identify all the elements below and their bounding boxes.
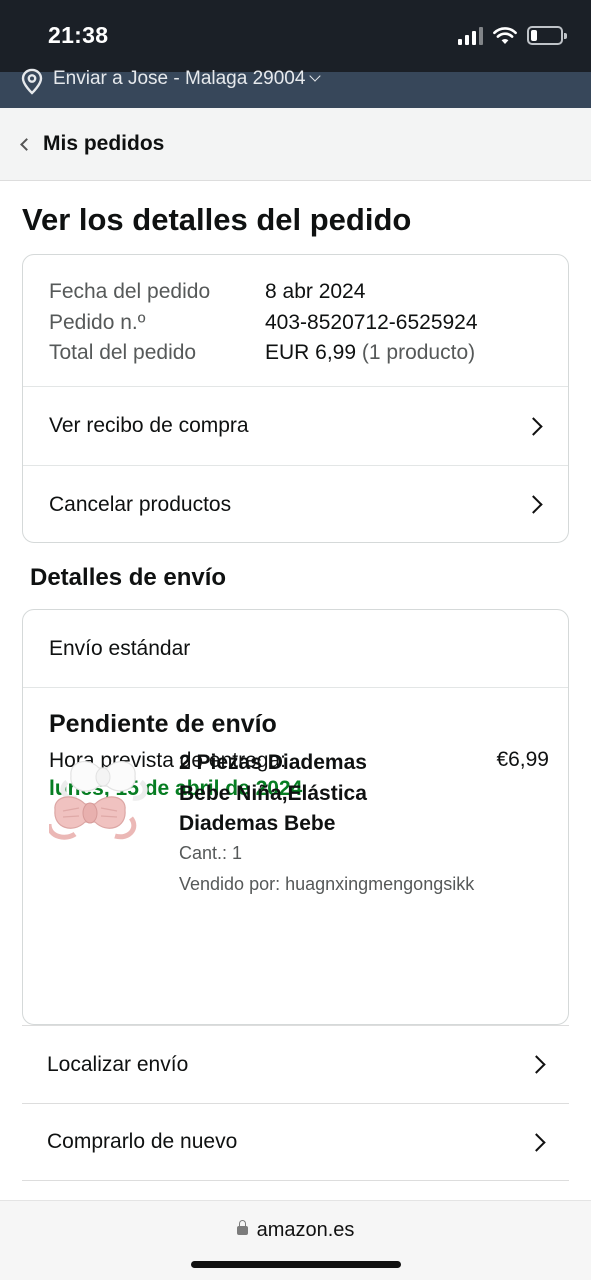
- order-date-row: Fecha del pedido 8 abr 2024: [49, 277, 542, 308]
- order-number-label: Pedido n.º: [49, 310, 146, 334]
- chevron-left-icon: [20, 137, 33, 151]
- chevron-right-icon: [524, 416, 543, 436]
- order-item-count: (1 producto): [361, 341, 476, 364]
- back-link-label: Mis pedidos: [43, 132, 165, 155]
- cancel-items-label: Cancelar productos: [49, 492, 232, 516]
- battery-icon: [527, 26, 567, 45]
- browser-bottom-bar: amazon.es: [0, 1200, 591, 1280]
- order-total-label: Total del pedido: [49, 341, 197, 364]
- status-icons: [458, 26, 567, 45]
- battery-level: [531, 30, 537, 41]
- home-indicator[interactable]: [191, 1261, 401, 1268]
- page-title: Ver los detalles del pedido: [22, 202, 412, 237]
- order-total-row: Total del pedido EUR 6,99 (1 producto): [49, 338, 542, 369]
- order-summary-card: Fecha del pedido 8 abr 2024 Pedido n.º 4…: [22, 254, 569, 543]
- order-total-value: EUR 6,99 (1 producto): [265, 341, 476, 364]
- product-seller: Vendido por: huagnxingmengongsikk: [179, 874, 475, 894]
- status-bar: 21:38: [0, 0, 591, 72]
- shipment-actions: Localizar envío Comprarlo de nuevo: [22, 1025, 569, 1181]
- chevron-right-icon: [527, 1055, 546, 1074]
- shipping-section-title: Detalles de envío: [30, 564, 227, 591]
- shipping-method: Envío estándar: [23, 610, 568, 688]
- status-time: 21:38: [48, 22, 109, 48]
- product-price: €6,99: [496, 748, 549, 771]
- buy-again-link[interactable]: Comprarlo de nuevo: [22, 1103, 569, 1181]
- track-package-link[interactable]: Localizar envío: [22, 1025, 569, 1103]
- chevron-right-icon: [527, 1132, 546, 1152]
- cancel-items-link[interactable]: Cancelar productos: [23, 465, 568, 542]
- chevron-right-icon: [524, 495, 543, 514]
- shipment-status: Pendiente de envío: [49, 710, 277, 738]
- order-item: 2 Piezas Diademas Bebe Niña,Elástica Dia…: [49, 748, 549, 908]
- product-quantity: Cant.: 1: [179, 843, 243, 863]
- location-pin-icon: [21, 68, 43, 95]
- delivery-location-bar[interactable]: Enviar a Jose - Malaga 29004: [0, 68, 591, 108]
- order-date-value: 8 abr 2024: [265, 280, 366, 303]
- buy-again-label: Comprarlo de nuevo: [47, 1130, 238, 1153]
- lock-icon: [236, 1220, 248, 1235]
- browser-url-field[interactable]: amazon.es: [0, 1219, 591, 1242]
- track-package-label: Localizar envío: [47, 1052, 189, 1076]
- wifi-icon: [493, 26, 517, 44]
- view-receipt-label: Ver recibo de compra: [49, 414, 249, 437]
- product-title-link[interactable]: 2 Piezas Diademas Bebe Niña,Elástica Dia…: [179, 748, 409, 840]
- order-summary-details: Fecha del pedido 8 abr 2024 Pedido n.º 4…: [23, 255, 568, 387]
- delivery-location-text: Enviar a Jose - Malaga 29004: [53, 68, 322, 90]
- browser-url: amazon.es: [256, 1219, 355, 1241]
- view-receipt-link[interactable]: Ver recibo de compra: [23, 387, 568, 465]
- back-to-orders-link[interactable]: Mis pedidos: [0, 108, 591, 181]
- chevron-down-icon: [309, 70, 322, 82]
- order-number-row: Pedido n.º 403-8520712-6525924: [49, 308, 542, 339]
- shipment-card: Envío estándar Pendiente de envío Hora p…: [22, 609, 569, 1025]
- product-image[interactable]: [49, 748, 159, 858]
- order-date-label: Fecha del pedido: [49, 280, 211, 303]
- order-number-value: 403-8520712-6525924: [265, 310, 478, 334]
- cellular-signal-icon: [458, 26, 483, 45]
